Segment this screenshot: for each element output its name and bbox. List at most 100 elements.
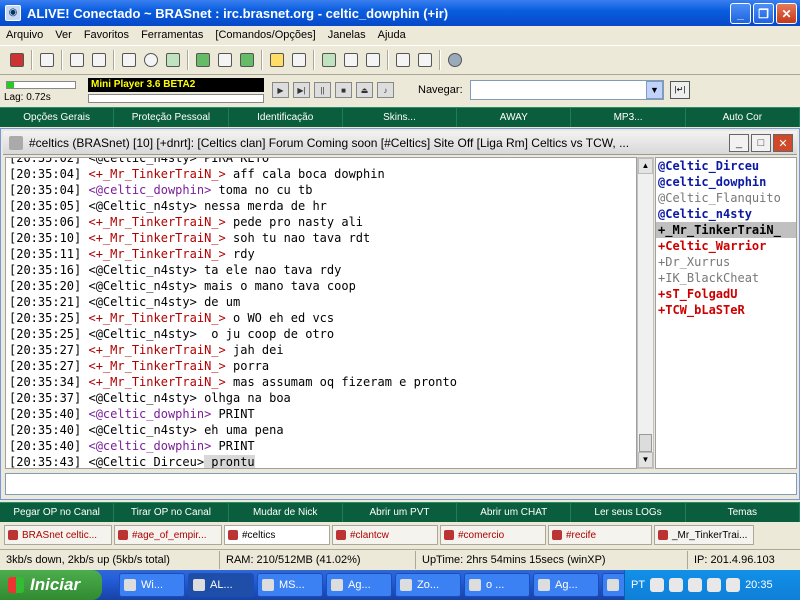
menu-arquivo[interactable]: Arquivo — [0, 29, 49, 41]
chat-nick[interactable]: <@Celtic_n4sty> — [88, 391, 196, 405]
next-icon[interactable]: ▶| — [293, 82, 310, 98]
ler-logs-button[interactable]: Ler seus LOGs — [571, 502, 686, 522]
taskbar-task[interactable]: Zo... — [395, 573, 461, 597]
switchbar-tab[interactable]: #comercio — [440, 525, 546, 545]
minimize-button[interactable]: _ — [730, 3, 751, 24]
notes-icon[interactable] — [88, 49, 110, 71]
scripts-icon[interactable] — [162, 49, 184, 71]
switchbar-tab[interactable]: _Mr_TinkerTrai... — [654, 525, 754, 545]
menu-favoritos[interactable]: Favoritos — [78, 29, 135, 41]
pegar-op-button[interactable]: Pegar OP no Canal — [0, 502, 115, 522]
protecao-pessoal-button[interactable]: Proteção Pessoal — [114, 107, 229, 127]
antivirus-icon[interactable] — [726, 578, 741, 592]
chat-nick[interactable]: <@Celtic_n4sty> — [88, 327, 196, 341]
taskbar-task[interactable]: MS... — [257, 573, 323, 597]
chat-nick[interactable]: <@Celtic_n4sty> — [88, 158, 196, 165]
volume-icon[interactable]: ♪ — [377, 82, 394, 98]
nick-list-item[interactable]: @Celtic_Dirceu — [656, 158, 796, 174]
maximize-button[interactable]: ❐ — [753, 3, 774, 24]
folder-icon[interactable] — [66, 49, 88, 71]
chat-log[interactable]: [20:35:02] <@Celtic_n4sty> PIRA KETO [20:… — [5, 157, 637, 469]
chat-nick[interactable]: <@Celtic_n4sty> — [88, 295, 196, 309]
scroll-up-icon[interactable]: ▲ — [638, 158, 653, 174]
chat-nick[interactable]: <+_Mr_TinkerTraiN_> — [88, 167, 225, 181]
stop-icon[interactable]: ■ — [335, 82, 352, 98]
chat-nick[interactable]: <+_Mr_TinkerTraiN_> — [88, 215, 225, 229]
help-icon[interactable] — [444, 49, 466, 71]
taskbar-task[interactable]: Ag... — [533, 573, 599, 597]
chat-nick[interactable]: <@Celtic_n4sty> — [88, 279, 196, 293]
switchbar-tab[interactable]: #clantcw — [332, 525, 438, 545]
tree-icon[interactable] — [236, 49, 258, 71]
chat-nick[interactable]: <+_Mr_TinkerTraiN_> — [88, 343, 225, 357]
connect-icon[interactable] — [6, 49, 28, 71]
list-icon[interactable] — [214, 49, 236, 71]
nick-list-item[interactable]: +sT_FolgadU — [656, 286, 796, 302]
chat-scrollbar[interactable]: ▲ ▼ — [637, 157, 654, 469]
dcc-send-icon[interactable] — [266, 49, 288, 71]
start-button[interactable]: Iniciar — [0, 570, 102, 600]
away-button[interactable]: AWAY — [457, 107, 572, 127]
abrir-pvt-button[interactable]: Abrir um PVT — [342, 502, 458, 522]
log-icon[interactable] — [340, 49, 362, 71]
colors-icon[interactable] — [362, 49, 384, 71]
pause-icon[interactable]: || — [314, 82, 331, 98]
messenger-icon[interactable] — [707, 578, 722, 592]
chat-nick[interactable]: <+_Mr_TinkerTraiN_> — [88, 231, 225, 245]
nick-list-item[interactable]: +IK_BlackCheat — [656, 270, 796, 286]
channels-icon[interactable] — [192, 49, 214, 71]
back-arrow-icon[interactable] — [650, 578, 665, 592]
auto-cor-button[interactable]: Auto Cor — [685, 107, 800, 127]
chat-nick[interactable]: <+_Mr_TinkerTraiN_> — [88, 247, 225, 261]
taskbar-task[interactable]: Ag... — [326, 573, 392, 597]
channel-minimize-button[interactable]: _ — [729, 134, 749, 152]
scroll-thumb[interactable] — [639, 434, 652, 452]
mudar-nick-button[interactable]: Mudar de Nick — [228, 502, 343, 522]
message-input[interactable] — [5, 473, 797, 495]
opcoes-gerais-button[interactable]: Opções Gerais — [0, 107, 115, 127]
chat-nick[interactable]: <@celtic_dowphin> — [88, 439, 211, 453]
temas-button[interactable]: Temas — [685, 502, 800, 522]
chat-nick[interactable]: <+_Mr_TinkerTraiN_> — [88, 359, 225, 373]
options-icon[interactable] — [36, 49, 58, 71]
clock-icon[interactable] — [140, 49, 162, 71]
chat-nick[interactable]: <@Celtic_n4sty> — [88, 263, 196, 277]
chat-nick[interactable]: <+_Mr_TinkerTraiN_> — [88, 375, 225, 389]
menu-ajuda[interactable]: Ajuda — [372, 29, 412, 41]
ignore-icon[interactable] — [318, 49, 340, 71]
chat-nick[interactable]: <@Celtic_n4sty> — [88, 423, 196, 437]
skins-button[interactable]: Skins... — [342, 107, 458, 127]
switchbar-tab[interactable]: #celtics — [224, 525, 330, 545]
zone-icon[interactable] — [669, 578, 684, 592]
nick-list-item[interactable]: @Celtic_Flanquito — [656, 190, 796, 206]
chat-nick[interactable]: <@celtic_dowphin> — [88, 407, 211, 421]
eject-icon[interactable]: ⏏ — [356, 82, 373, 98]
taskbar-task[interactable]: Wi... — [119, 573, 185, 597]
tirar-op-button[interactable]: Tirar OP no Canal — [114, 502, 229, 522]
clock[interactable]: 20:35 — [745, 579, 773, 591]
nick-list-item[interactable]: @celtic_dowphin — [656, 174, 796, 190]
cascade-icon[interactable] — [414, 49, 436, 71]
chat-nick[interactable]: <@celtic_dowphin> — [88, 183, 211, 197]
switchbar-tab[interactable]: BRASnet celtic... — [4, 525, 112, 545]
taskbar-task[interactable]: o ... — [464, 573, 530, 597]
navegar-input[interactable] — [470, 80, 664, 100]
menu-ver[interactable]: Ver — [49, 29, 78, 41]
chevron-down-icon[interactable]: ▼ — [646, 81, 663, 99]
nick-list-item[interactable]: +Dr_Xurrus — [656, 254, 796, 270]
app-icon[interactable]: ◉ — [5, 5, 21, 21]
abrir-chat-button[interactable]: Abrir um CHAT — [457, 502, 572, 522]
chat-nick[interactable]: <+_Mr_TinkerTraiN_> — [88, 311, 225, 325]
dcc-chat-icon[interactable] — [288, 49, 310, 71]
menu-janelas[interactable]: Janelas — [322, 29, 372, 41]
chat-nick[interactable]: <@Celtic_n4sty> — [88, 199, 196, 213]
taskbar-task[interactable]: AL... — [188, 573, 254, 597]
channel-maximize-button[interactable]: □ — [751, 134, 771, 152]
scroll-down-icon[interactable]: ▼ — [638, 452, 653, 468]
nick-list-item[interactable]: @Celtic_n4sty — [656, 206, 796, 222]
switchbar-tab[interactable]: #age_of_empir... — [114, 525, 222, 545]
nick-list-item[interactable]: +Celtic_Warrior — [656, 238, 796, 254]
nick-list-item[interactable]: +_Mr_TinkerTraiN_ — [656, 222, 796, 238]
tile-icon[interactable] — [392, 49, 414, 71]
close-button[interactable]: ✕ — [776, 3, 797, 24]
